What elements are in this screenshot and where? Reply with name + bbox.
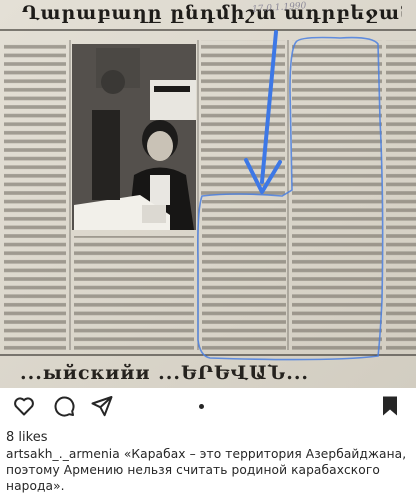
comment-icon[interactable] [52, 394, 76, 418]
post-caption: artsakh_._armenia «Карабах – это террито… [6, 446, 410, 494]
bookmark-icon[interactable] [378, 394, 402, 418]
caption-username[interactable]: artsakh_._armenia [6, 447, 120, 461]
news-photograph [72, 44, 196, 230]
newspaper-footer-heading: ...ыйскийи ...ԵՐԵՎԱՆ... [20, 362, 310, 384]
heart-icon[interactable] [12, 394, 36, 418]
send-icon[interactable] [90, 394, 114, 418]
likes-count[interactable]: 8 likes [6, 430, 47, 445]
post-image[interactable]: Ղարաբաղը ընդմիշտ ադրբեջանական 17.0.1.199… [0, 0, 416, 388]
newspaper-headline: Ղարաբաղը ընդմիշտ ադրբեջանական [22, 2, 402, 24]
carousel-dot-indicator [199, 404, 204, 409]
newspaper-photo-art [0, 0, 416, 388]
post-action-bar [0, 388, 416, 426]
